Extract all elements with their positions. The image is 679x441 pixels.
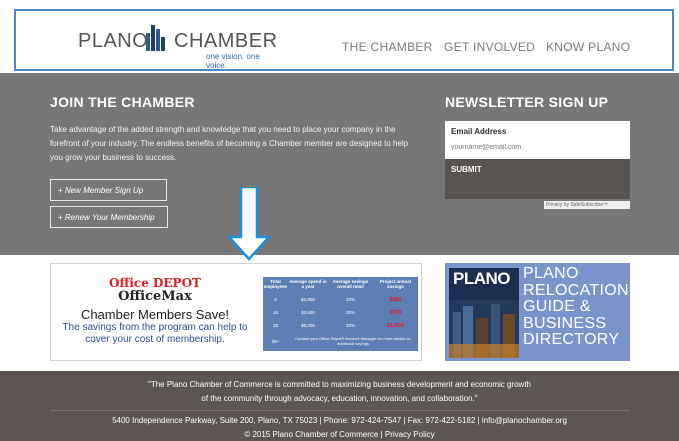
renew-membership-button[interactable]: + Renew Your Membership [50, 206, 168, 228]
relocation-guide-title: PLANO RELOCATION GUIDE & BUSINESS DIRECT… [523, 265, 629, 349]
officemax-logo: OfficeMax [118, 289, 192, 304]
savings-table: Total employees Average spend in a year … [263, 277, 418, 351]
title-line: BUSINESS [523, 314, 607, 332]
email-label: Email Address [451, 127, 507, 136]
cell: 26+ [271, 339, 280, 344]
ad-headline: Chamber Members Save! [80, 307, 230, 322]
table-row: 5 $1,800 20% $360 [263, 294, 418, 305]
cell: 20% [345, 297, 355, 302]
th-spend: Average spend in a year [289, 279, 327, 289]
cell: $1,800 [387, 322, 404, 329]
title-line: PLANO [523, 265, 579, 282]
cell: 20% [345, 323, 355, 328]
new-member-signup-button[interactable]: + New Member Sign Up [50, 179, 167, 201]
ad-subtext: The savings from the program can help to… [62, 322, 248, 345]
quote-line: of the community through advocacy, educa… [201, 394, 478, 403]
cell: $1,800 [301, 297, 315, 302]
nav-get-involved[interactable]: GET INVOLVED [444, 40, 535, 54]
nav-know-plano[interactable]: KNOW PLANO [546, 40, 630, 54]
email-field-area: Email Address [445, 121, 630, 159]
cell: 10 [272, 310, 278, 315]
table-note: Contact your Office Depot® Account Manag… [295, 336, 411, 346]
logo-word-chamber: CHAMBER [174, 30, 278, 52]
cell: 20% [345, 310, 355, 315]
site-footer: "The Plano Chamber of Commerce is commit… [0, 371, 679, 441]
magazine-cover-image: PLANO [449, 268, 519, 358]
site-header: PLANO CHAMBER one vision. one voice. THE… [14, 9, 674, 71]
th-savings: Average savings overall retail [332, 279, 369, 289]
copyright-line: © 2015 Plano Chamber of Commerce | Priva… [0, 430, 679, 439]
logo-bars-icon [146, 25, 170, 51]
logo-tagline: one vision. one voice. [206, 52, 260, 70]
safesubscribe-badge[interactable]: Privacy by SafeSubscribe™ [544, 201, 630, 209]
privacy-policy-link[interactable]: Privacy Policy [385, 430, 435, 439]
relocation-guide-ad[interactable]: PLANO PLANO RELOCATION GUIDE & BUSINESS … [445, 263, 630, 361]
plano-chamber-logo[interactable]: PLANO CHAMBER one vision. one voice. [78, 21, 277, 70]
table-row: 25 $9,000 20% $1,800 [263, 320, 418, 331]
cell: $360 [389, 296, 402, 303]
title-line: DIRECTORY [523, 331, 620, 349]
join-title: JOIN THE CHAMBER [50, 94, 195, 110]
title-line: RELOCATION [523, 281, 629, 299]
logo-word-plano: PLANO [78, 30, 149, 52]
newsletter-title: NEWSLETTER SIGN UP [445, 94, 609, 110]
cell: $720 [389, 309, 402, 316]
email-input[interactable] [451, 141, 621, 153]
submit-button[interactable]: SUBMIT [451, 165, 482, 174]
copyright-text: © 2015 Plano Chamber of Commerce [244, 430, 379, 439]
cell: $3,600 [301, 310, 315, 315]
city-skyline-image [449, 300, 519, 358]
cell: 5 [274, 297, 277, 302]
join-newsletter-section: JOIN THE CHAMBER Take advantage of the a… [0, 73, 679, 255]
table-header-row: Total employees Average spend in a year … [263, 279, 418, 292]
cell: $9,000 [301, 323, 315, 328]
office-depot-logo: Office DEPOT [109, 276, 201, 290]
mission-quote: "The Plano Chamber of Commerce is commit… [0, 378, 679, 406]
newsletter-form: Email Address SUBMIT [445, 121, 630, 199]
footer-divider [50, 410, 630, 411]
table-row: 10 $3,600 20% $720 [263, 307, 418, 318]
th-annual: Project annual savings [379, 279, 411, 289]
magazine-title: PLANO [453, 269, 511, 288]
contact-info: 5400 Independence Parkway, Suite 200, Pl… [112, 416, 567, 425]
quote-line: "The Plano Chamber of Commerce is commit… [147, 380, 531, 389]
cell: 25 [272, 323, 278, 328]
title-line: GUIDE & [523, 298, 591, 316]
th-employees: Total employees [263, 279, 288, 289]
office-depot-ad[interactable]: Office DEPOT OfficeMax Chamber Members S… [50, 263, 422, 361]
down-arrow-icon [228, 187, 270, 261]
join-description: Take advantage of the added strength and… [50, 125, 409, 162]
nav-the-chamber[interactable]: THE CHAMBER [342, 40, 433, 54]
